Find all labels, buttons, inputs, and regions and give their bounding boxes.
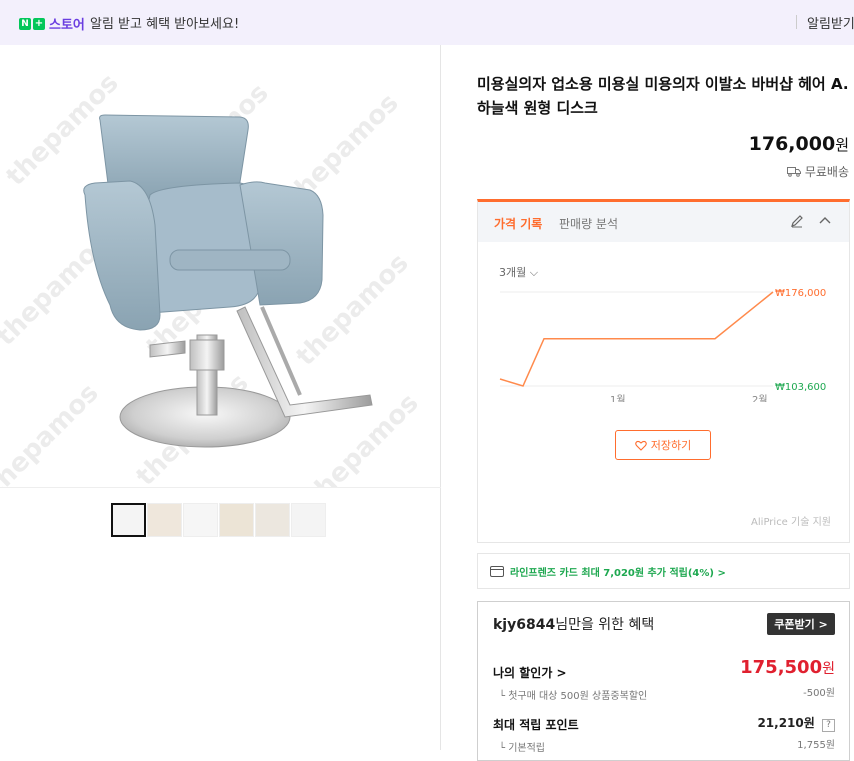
base-points-row: └ 기본적립 1,755원 (493, 736, 835, 755)
product-title: 미용실의자 업소용 미용실 미용의자 이발소 바버샵 헤어 A. 하늘색 원형 … (477, 75, 849, 117)
thumbnail[interactable] (183, 503, 218, 537)
naver-logo-icon: N (19, 17, 31, 30)
base-points-label: └ 기본적립 (499, 743, 546, 754)
edit-icon[interactable] (790, 214, 804, 228)
first-purchase-amount: -500원 (803, 688, 835, 699)
card-promo-banner[interactable]: 라인프렌즈 카드 최대 7,020원 추가 적립(4%) > (477, 553, 850, 589)
card-promo-text: 라인프렌즈 카드 최대 7,020원 추가 적립(4%) > (510, 567, 726, 579)
max-points-row: 최대 적립 포인트 21,210원 ? (493, 714, 835, 733)
my-discount-value: 175,500 (740, 657, 823, 678)
save-button[interactable]: 저장하기 (615, 430, 711, 460)
thumbnail-strip (111, 503, 326, 537)
price-unit: 원 (835, 136, 849, 154)
thumbnail[interactable] (219, 503, 254, 537)
aliprice-credit: AliPrice 기술 지원 (751, 517, 831, 528)
naver-plus-store-logo[interactable]: N + 스토어 (19, 14, 85, 33)
truck-icon (786, 167, 801, 177)
thumbnail[interactable] (147, 503, 182, 537)
store-label: 스토어 (49, 18, 85, 33)
price-value: 176,000 (748, 133, 836, 155)
chevron-down-icon: ⌵ (529, 266, 539, 279)
username: kjy6844 (493, 617, 556, 633)
tab-price-history[interactable]: 가격 기록 (494, 215, 542, 232)
my-discount-unit: 원 (822, 661, 835, 677)
shipping-info: 무료배송 (786, 163, 849, 180)
product-gallery: thepamos thepamos thepamos thepamos thep… (0, 45, 441, 750)
price-chart: ₩176,000 ₩103,600 1월 2월 (499, 288, 826, 402)
min-price-label: ₩103,600 (775, 382, 826, 393)
base-points-value: 1,755원 (797, 740, 835, 751)
price-line (499, 291, 774, 387)
credit-card-icon (490, 565, 504, 577)
benefit-title: kjy6844님만을 위한 혜택 (493, 614, 654, 634)
thumbnail[interactable] (291, 503, 326, 537)
member-benefit-panel: kjy6844님만을 위한 혜택 쿠폰받기 > 나의 할인가 > 175,500… (477, 601, 850, 761)
product-price: 176,000원 (749, 133, 849, 155)
max-points-label: 최대 적립 포인트 (493, 718, 579, 732)
thumbnail[interactable] (255, 503, 290, 537)
benefit-title-suffix: 님만을 위한 혜택 (555, 617, 655, 633)
max-price-label: ₩176,000 (775, 288, 826, 299)
help-icon[interactable]: ? (822, 719, 835, 732)
product-info: 미용실의자 업소용 미용실 미용의자 이발소 바버샵 헤어 A. 하늘색 원형 … (441, 45, 854, 761)
my-discount-price: 175,500원 (740, 657, 835, 678)
shipping-label: 무료배송 (804, 165, 849, 179)
thumbnail[interactable] (111, 503, 146, 537)
price-history-panel: 가격 기록 판매량 분석 3개월 ⌵ ₩176,000 ₩103,600 1월 … (477, 199, 850, 543)
save-label: 저장하기 (650, 439, 692, 452)
main-product-image[interactable]: thepamos thepamos thepamos thepamos thep… (0, 45, 441, 488)
my-discount-row: 나의 할인가 > 175,500원 (493, 657, 835, 681)
coupon-button[interactable]: 쿠폰받기 > (767, 613, 835, 635)
notification-prompt: 알림 받고 혜택 받아보세요! (90, 17, 240, 32)
price-history-header: 가격 기록 판매량 분석 (478, 202, 849, 242)
period-label: 3개월 (499, 266, 527, 279)
x-tick-label: 2월 (752, 394, 768, 402)
my-discount-link[interactable]: 나의 할인가 > (493, 666, 567, 680)
tab-sales-analysis[interactable]: 판매량 분석 (559, 215, 618, 232)
collapse-icon[interactable] (818, 214, 832, 228)
notification-subscribe-button[interactable]: 알림받기 (807, 13, 854, 32)
top-banner: N + 스토어 알림 받고 혜택 받아보세요! 알림받기 (0, 0, 854, 45)
divider (796, 15, 797, 29)
first-purchase-label: └ 첫구매 대상 500원 상품중복할인 (499, 691, 648, 702)
heart-icon (634, 440, 647, 451)
barber-chair-illustration (83, 114, 373, 448)
plus-logo-icon: + (33, 17, 45, 30)
x-tick-label: 1월 (610, 394, 626, 402)
period-select[interactable]: 3개월 ⌵ (499, 264, 538, 280)
max-points-value: 21,210원 ? (757, 714, 835, 732)
first-purchase-row: └ 첫구매 대상 500원 상품중복할인 -500원 (493, 684, 835, 703)
